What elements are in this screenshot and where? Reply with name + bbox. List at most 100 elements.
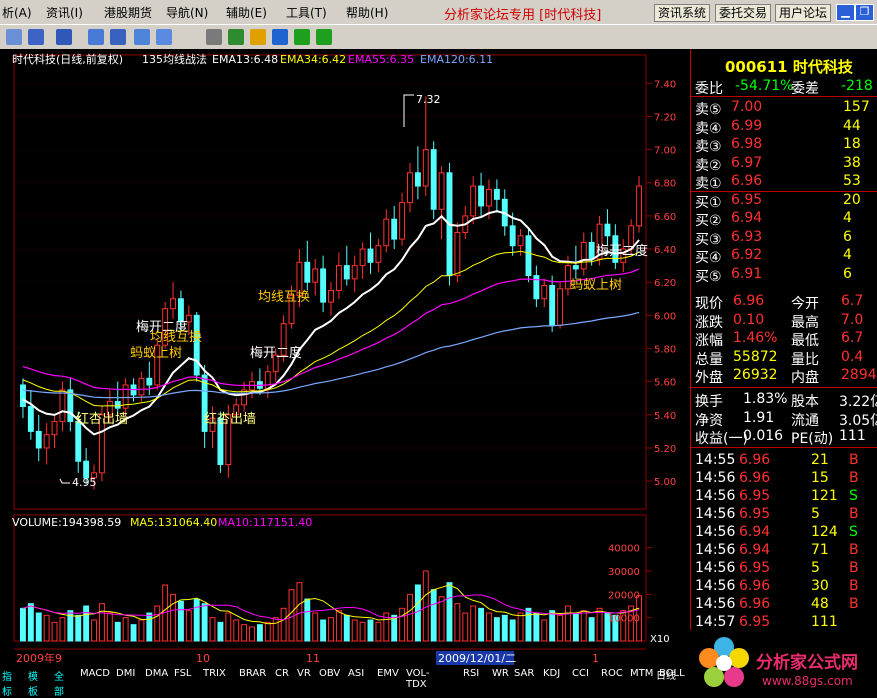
stat-label: 换手 (695, 394, 723, 410)
tab-指标[interactable]: 指标 (2, 668, 12, 698)
tab-fsl[interactable]: FSL (174, 668, 192, 679)
tick-side: S (849, 488, 858, 504)
volume-bar (359, 621, 366, 642)
tab-vol-tdx[interactable]: VOL-TDX (406, 668, 430, 690)
volume-bar (517, 612, 524, 642)
volume-unit: X10 (650, 634, 670, 645)
tab-dmi[interactable]: DMI (116, 668, 135, 679)
volume-bar (43, 614, 50, 642)
candle-body (328, 289, 334, 303)
tab-wr[interactable]: WR (492, 668, 509, 679)
tab-sar[interactable]: SAR (514, 668, 534, 679)
trade-button[interactable]: 委托交易 (715, 4, 772, 22)
ma10-label: MA10:117151.40 (218, 516, 312, 529)
menu-info[interactable]: 资讯(I) (46, 4, 83, 21)
tab-macd[interactable]: MACD (80, 668, 110, 679)
move-icon[interactable] (272, 29, 288, 45)
up-icon[interactable] (294, 29, 310, 45)
stat-value: 0.016 (743, 428, 784, 444)
candle-body (478, 185, 485, 207)
volume-bar (91, 619, 97, 642)
tick-volume: 21 (811, 452, 829, 468)
minimize-icon[interactable]: ▁ (836, 4, 855, 21)
pattern-label: 红杏出墙 (76, 411, 128, 427)
tab-模板[interactable]: 模板 (28, 668, 38, 698)
enter-icon[interactable] (228, 29, 244, 45)
tab-brar[interactable]: BRAR (239, 668, 266, 679)
candle-body (604, 223, 611, 237)
tab-vr[interactable]: VR (297, 668, 311, 679)
volume-bar (249, 626, 255, 642)
volume-bar (83, 605, 90, 642)
curve-icon[interactable] (156, 29, 172, 45)
low-marker-label: 4.95 (72, 476, 97, 489)
stat-value: 7.0 (841, 311, 864, 328)
tab-roc[interactable]: ROC (601, 668, 623, 679)
tab-kdj[interactable]: KDJ (543, 668, 560, 679)
date-label: 2009年9 (16, 651, 62, 665)
candle-body (193, 314, 200, 376)
menu-navigate[interactable]: 导航(N) (166, 4, 208, 21)
link-icon[interactable] (206, 29, 222, 45)
stat-value: 2894 (841, 367, 877, 383)
candle-body (335, 265, 342, 291)
pen-icon[interactable] (250, 29, 266, 45)
candle-body (312, 268, 319, 283)
tab-cci[interactable]: CCI (572, 668, 589, 679)
info-system-button[interactable]: 资讯系统 (654, 4, 711, 22)
tab-全部[interactable]: 全部 (54, 668, 64, 698)
restore-icon[interactable]: ❐ (855, 4, 874, 21)
candle-body (264, 371, 271, 389)
menu-tools[interactable]: 工具(T) (286, 4, 327, 21)
volume-tick-label: 40000 (608, 544, 640, 555)
tab-obv[interactable]: OBV (319, 668, 340, 679)
tick-time: 14:55 (695, 452, 736, 468)
book-level-label: 卖④ (695, 120, 722, 137)
tab-dma[interactable]: DMA (145, 668, 168, 679)
tab-asi[interactable]: ASI (348, 668, 364, 679)
stat-label: PE(动) (791, 431, 834, 447)
candle-body (170, 298, 176, 310)
stat-label: 量比 (791, 351, 819, 368)
candle-body (572, 265, 579, 270)
tab-trix[interactable]: TRIX (203, 668, 226, 679)
tab-mtm[interactable]: MTM (630, 668, 653, 679)
menu-hk-futures[interactable]: 港股期货 (104, 4, 152, 21)
volume-bar (241, 624, 248, 642)
site-logo: 分析家公式网 www.88gs.com (690, 630, 877, 696)
date-label: 1 (592, 652, 599, 665)
bar-icon[interactable] (6, 29, 22, 45)
candle-body (557, 288, 564, 326)
tick-time: 14:56 (695, 524, 736, 540)
book-level-label: 买⑤ (695, 268, 722, 285)
et-icon[interactable] (56, 29, 72, 45)
pattern-label: 红杏出墙 (204, 411, 256, 427)
tab-emv[interactable]: EMV (377, 668, 399, 679)
candle-body (430, 149, 437, 210)
rsi-icon[interactable] (110, 29, 126, 45)
volume-bar (185, 610, 192, 642)
tuple-icon[interactable] (28, 29, 44, 45)
menu-help[interactable]: 帮助(H) (346, 4, 388, 21)
price-tick-label: 5.40 (654, 411, 676, 422)
tick-time: 14:56 (695, 506, 736, 522)
book-price: 6.93 (731, 228, 763, 245)
tick-volume: 5 (811, 560, 820, 576)
tab-cr[interactable]: CR (275, 668, 289, 679)
menu-assist[interactable]: 辅助(E) (226, 4, 267, 21)
down-icon[interactable] (316, 29, 332, 45)
image-icon[interactable] (134, 29, 150, 45)
price-tick-label: 7.40 (654, 79, 676, 90)
forum-button[interactable]: 用户论坛 (775, 4, 832, 22)
candle-body (399, 202, 406, 240)
ema13-label: EMA13:6.48 (212, 53, 278, 66)
candle-body (470, 185, 477, 217)
candle-body (43, 434, 50, 449)
book-price: 6.94 (731, 210, 763, 226)
kline-chart[interactable]: 7.324.95红杏出墙 红杏出墙梅开二度梅开二度蚂蚁上树蚂蚁上树均线互换均线互换… (0, 49, 690, 666)
tick-side: B (849, 578, 859, 594)
chart1-icon[interactable] (88, 29, 104, 45)
tab-rsi[interactable]: RSI (463, 668, 479, 679)
tick-price: 6.94 (739, 542, 771, 558)
menu-analysis[interactable]: 析(A) (2, 4, 32, 21)
